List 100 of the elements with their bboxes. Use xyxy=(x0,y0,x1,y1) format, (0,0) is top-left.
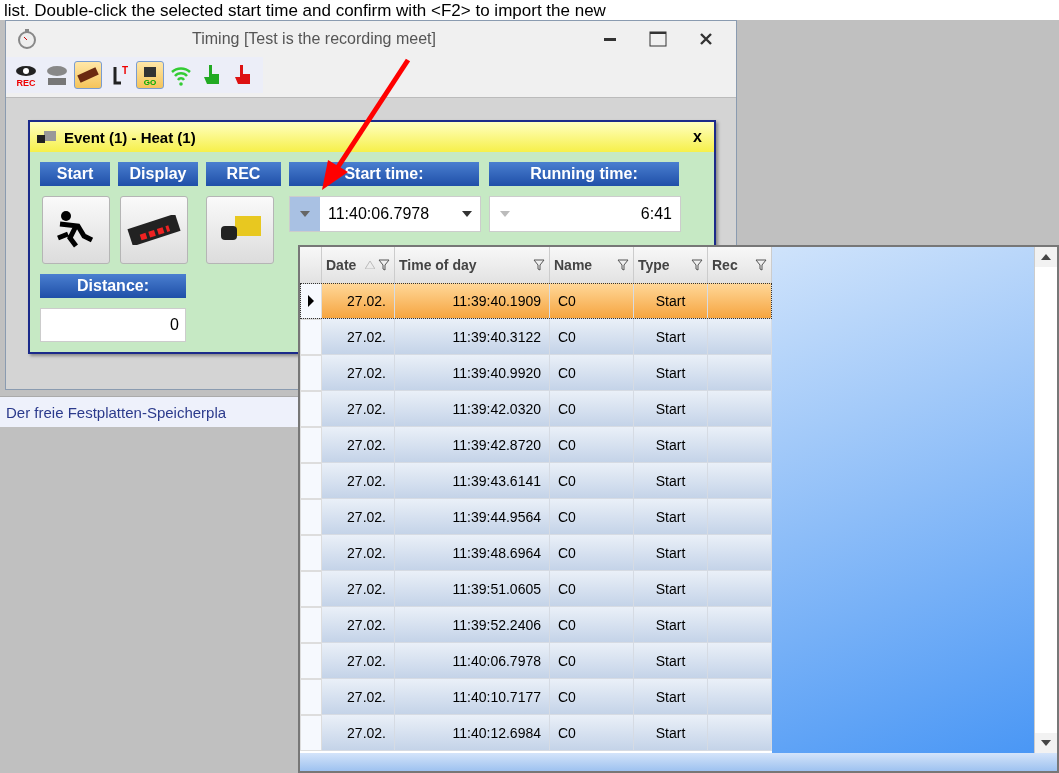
table-cell[interactable] xyxy=(708,535,772,571)
table-cell[interactable] xyxy=(708,319,772,355)
column-header[interactable]: Date xyxy=(322,247,395,283)
table-cell[interactable]: C0 xyxy=(550,535,634,571)
filter-icon[interactable] xyxy=(617,259,629,271)
table-cell[interactable]: 11:39:44.9564 xyxy=(395,499,550,535)
table-cell[interactable]: Start xyxy=(634,571,708,607)
table-cell[interactable] xyxy=(708,571,772,607)
table-cell[interactable]: 11:39:48.6964 xyxy=(395,535,550,571)
table-cell[interactable]: 11:39:43.6141 xyxy=(395,463,550,499)
column-header[interactable]: Time of day xyxy=(395,247,550,283)
table-cell[interactable]: 27.02. xyxy=(322,319,395,355)
start-time-combo[interactable]: 11:40:06.7978 xyxy=(289,196,481,232)
table-cell[interactable]: 11:39:42.8720 xyxy=(395,427,550,463)
scroll-up-button[interactable] xyxy=(1035,247,1057,267)
table-cell[interactable]: Start xyxy=(634,643,708,679)
scroll-down-button[interactable] xyxy=(1035,733,1057,753)
table-cell[interactable] xyxy=(708,427,772,463)
table-cell[interactable]: 27.02. xyxy=(322,643,395,679)
table-cell[interactable]: Start xyxy=(634,391,708,427)
icon-button[interactable] xyxy=(42,196,110,264)
table-cell[interactable]: 11:40:12.6984 xyxy=(395,715,550,751)
toolbar-button[interactable] xyxy=(74,61,102,89)
table-cell[interactable] xyxy=(708,715,772,751)
table-cell[interactable]: 27.02. xyxy=(322,571,395,607)
table-cell[interactable]: C0 xyxy=(550,679,634,715)
scrollbar[interactable] xyxy=(1034,247,1057,753)
table-cell[interactable]: C0 xyxy=(550,715,634,751)
close-button[interactable]: x xyxy=(693,128,702,146)
toolbar-button[interactable]: T xyxy=(105,61,133,89)
filter-icon[interactable] xyxy=(691,259,703,271)
stopwatch-icon xyxy=(16,28,38,50)
filter-icon[interactable] xyxy=(755,259,767,271)
table-cell[interactable] xyxy=(708,679,772,715)
icon-button[interactable] xyxy=(206,196,274,264)
table-cell[interactable]: Start xyxy=(634,463,708,499)
table-cell[interactable]: 27.02. xyxy=(322,715,395,751)
table-cell[interactable]: 11:39:40.3122 xyxy=(395,319,550,355)
table-cell[interactable]: C0 xyxy=(550,427,634,463)
table-cell[interactable]: Start xyxy=(634,499,708,535)
table-cell[interactable]: 11:39:40.1909 xyxy=(395,283,550,319)
column-header[interactable]: Rec xyxy=(708,247,772,283)
distance-field[interactable]: 0 xyxy=(40,308,186,342)
column-header: REC xyxy=(206,162,281,186)
column-header: Display xyxy=(118,162,198,186)
down-arrow-icon xyxy=(1041,740,1051,746)
table-cell[interactable]: Start xyxy=(634,283,708,319)
sort-icon[interactable] xyxy=(365,261,375,269)
column-header[interactable]: Name xyxy=(550,247,634,283)
table-cell[interactable] xyxy=(708,643,772,679)
table-cell[interactable]: 27.02. xyxy=(322,607,395,643)
dropdown-button[interactable] xyxy=(290,197,320,231)
table-cell[interactable]: 11:40:06.7978 xyxy=(395,643,550,679)
table-cell[interactable] xyxy=(708,463,772,499)
table-cell[interactable]: C0 xyxy=(550,283,634,319)
table-cell[interactable] xyxy=(708,499,772,535)
table-cell[interactable]: 11:39:51.0605 xyxy=(395,571,550,607)
table-cell[interactable]: C0 xyxy=(550,643,634,679)
table-cell[interactable]: Start xyxy=(634,679,708,715)
table-cell[interactable] xyxy=(708,355,772,391)
table-cell[interactable]: 11:39:42.0320 xyxy=(395,391,550,427)
icon-button[interactable] xyxy=(120,196,188,264)
table-cell[interactable]: 27.02. xyxy=(322,535,395,571)
filter-icon[interactable] xyxy=(533,259,545,271)
filter-icon[interactable] xyxy=(378,259,390,271)
table-cell[interactable]: Start xyxy=(634,535,708,571)
table-cell[interactable] xyxy=(708,607,772,643)
column-header[interactable]: Type xyxy=(634,247,708,283)
table-cell[interactable] xyxy=(708,391,772,427)
table-cell[interactable]: C0 xyxy=(550,355,634,391)
table-cell[interactable]: 27.02. xyxy=(322,679,395,715)
table-cell[interactable]: 11:39:40.9920 xyxy=(395,355,550,391)
table-cell[interactable]: C0 xyxy=(550,463,634,499)
table-cell[interactable]: Start xyxy=(634,355,708,391)
column-header: Start xyxy=(40,162,110,186)
table-cell[interactable]: 27.02. xyxy=(322,499,395,535)
table-cell[interactable]: Start xyxy=(634,319,708,355)
pointing-hand-icon xyxy=(233,63,253,87)
table-cell[interactable]: 11:40:10.7177 xyxy=(395,679,550,715)
table-cell[interactable]: C0 xyxy=(550,319,634,355)
table-cell[interactable]: 27.02. xyxy=(322,463,395,499)
table-cell[interactable]: 27.02. xyxy=(322,391,395,427)
table-cell[interactable] xyxy=(708,283,772,319)
table-cell[interactable]: 27.02. xyxy=(322,427,395,463)
table-cell[interactable]: C0 xyxy=(550,499,634,535)
caret-icon xyxy=(300,211,310,217)
table-cell[interactable]: C0 xyxy=(550,571,634,607)
table-cell[interactable]: Start xyxy=(634,427,708,463)
running-time-combo[interactable]: 6:41 xyxy=(489,196,681,232)
table-cell[interactable]: 27.02. xyxy=(322,355,395,391)
row-indicator[interactable] xyxy=(300,283,322,319)
column-header: Distance: xyxy=(40,274,186,298)
toolbar-button[interactable]: REC xyxy=(12,61,40,89)
table-cell[interactable]: 27.02. xyxy=(322,283,395,319)
camera-icon xyxy=(36,129,58,145)
table-cell[interactable]: C0 xyxy=(550,607,634,643)
table-cell[interactable]: C0 xyxy=(550,391,634,427)
table-cell[interactable]: 11:39:52.2406 xyxy=(395,607,550,643)
table-cell[interactable]: Start xyxy=(634,607,708,643)
table-cell[interactable]: Start xyxy=(634,715,708,751)
